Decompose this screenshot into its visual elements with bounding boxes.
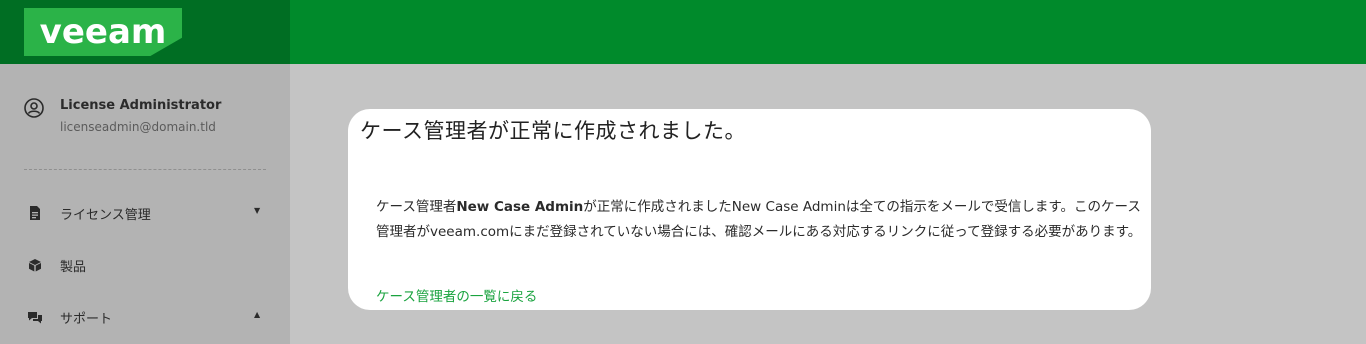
sidebar: License Administrator licenseadmin@domai… — [0, 64, 290, 344]
success-dialog: ケース管理者が正常に作成されました。 ケース管理者New Case Adminが… — [348, 109, 1151, 310]
sidebar-item-label: サポート — [60, 312, 113, 327]
sidebar-item-label: 製品 — [60, 260, 87, 275]
dialog-message: ケース管理者New Case Adminが正常に作成されましたNew Case … — [376, 195, 1146, 245]
veeam-logo[interactable]: veeam — [24, 8, 182, 56]
dialog-title: ケース管理者が正常に作成されました。 — [360, 119, 746, 143]
sidebar-item-support[interactable]: サポート ▲ — [0, 299, 290, 335]
message-text: ケース管理者 — [376, 199, 457, 215]
chat-icon — [28, 312, 42, 324]
case-admin-name: New Case Admin — [456, 199, 584, 215]
cube-icon — [29, 259, 41, 272]
sidebar-item-label: ライセンス管理 — [60, 208, 151, 223]
sidebar-item-products[interactable]: 製品 — [0, 247, 290, 283]
sidebar-divider — [24, 169, 266, 170]
caret-down-icon: ▼ — [254, 206, 261, 215]
user-circle-icon — [24, 98, 44, 118]
sidebar-item-license-management[interactable]: ライセンス管理 ▼ — [0, 195, 290, 231]
user-email: licenseadmin@domain.tld — [60, 120, 216, 134]
back-to-case-admin-list-link[interactable]: ケース管理者の一覧に戻る — [376, 285, 537, 305]
app-window: veeam License Administrator licenseadmin… — [0, 0, 1366, 344]
document-icon — [30, 206, 40, 220]
caret-up-icon: ▲ — [254, 310, 261, 319]
user-name: License Administrator — [60, 98, 222, 113]
logo-area: veeam — [0, 0, 290, 64]
